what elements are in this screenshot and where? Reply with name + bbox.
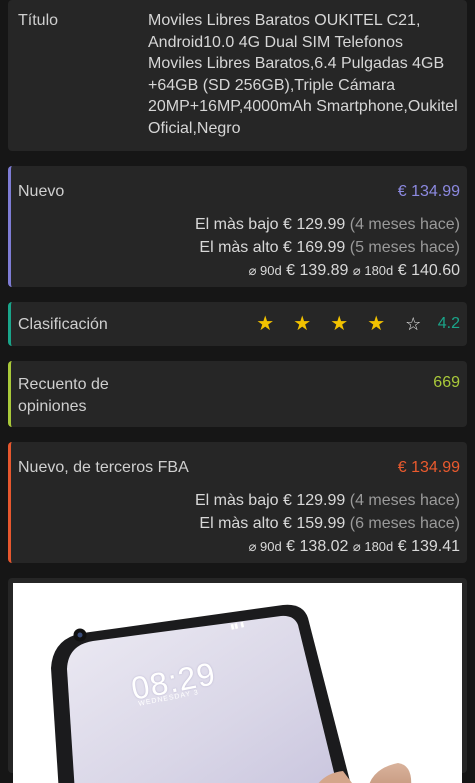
fba-highest-when: (6 meses hace) [349,515,460,532]
new-current-price: € 134.99 [397,183,460,200]
fba-highest-price: € 159.99 [283,515,346,532]
fba-price-card[interactable]: Nuevo, de terceros FBA € 134.99 El màs b… [8,442,467,563]
title-value: Moviles Libres Baratos OUKITEL C21, Andr… [148,12,458,137]
fba-highest-label: El màs alto [199,515,279,532]
reviews-card[interactable]: Recuento de opiniones 669 [8,361,467,427]
new-price-stats: El màs bajo € 129.99 (4 meses hace) El m… [195,213,460,282]
star-icon: ★ [330,313,349,335]
fba-lowest-when: (4 meses hace) [349,492,460,509]
reviews-value: 669 [433,374,460,391]
new-price-card[interactable]: Nuevo € 134.99 El màs bajo € 129.99 (4 m… [8,166,467,287]
phone-illustration: ▮▮ ▮ [51,604,412,783]
star-icon: ★ [293,313,312,335]
new-avg180-label: ⌀ 180d [352,263,394,278]
new-avg180-value: € 140.60 [397,262,460,279]
fba-avg180-label: ⌀ 180d [352,539,394,554]
title-label: Título [18,12,59,29]
fba-lowest-label: El màs bajo [194,492,279,509]
new-highest-row: El màs alto € 169.99 (5 meses hace) [195,236,460,259]
rating-label: Clasificación [18,316,108,333]
rating-stars: ★ ★ ★ ★ ☆ 4.2 [247,314,460,334]
new-label: Nuevo [18,183,65,200]
product-image[interactable]: ▮▮ ▮ 08:29 WEDNESDAY 3 [13,583,462,783]
new-lowest-row: El màs bajo € 129.99 (4 meses hace) [195,213,460,236]
title-card: Título Moviles Libres Baratos OUKITEL C2… [8,0,467,151]
new-highest-label: El màs alto [199,239,279,256]
fba-current-price: € 134.99 [397,459,460,476]
fba-avg90-label: ⌀ 90d [248,539,282,554]
fba-price-stats: El màs bajo € 129.99 (4 meses hace) El m… [195,489,460,558]
fba-label: Nuevo, de terceros FBA [18,459,189,476]
fba-avg180-value: € 139.41 [397,538,460,555]
fba-lowest-price: € 129.99 [283,492,346,509]
rating-value: 4.2 [437,315,460,332]
fba-highest-row: El màs alto € 159.99 (6 meses hace) [195,512,460,535]
new-avg90-value: € 139.89 [286,262,349,279]
reviews-label: Recuento de opiniones [18,376,109,415]
product-image-card: ▮▮ ▮ 08:29 WEDNESDAY 3 [8,578,467,783]
new-lowest-price: € 129.99 [283,216,346,233]
rating-card[interactable]: Clasificación ★ ★ ★ ★ ☆ 4.2 [8,302,467,346]
star-icon: ★ [256,313,275,335]
new-lowest-label: El màs bajo [194,216,279,233]
new-avg90-label: ⌀ 90d [248,263,282,278]
new-average-row: ⌀ 90d € 139.89 ⌀ 180d € 140.60 [195,259,460,282]
new-highest-price: € 169.99 [283,239,346,256]
star-outline-icon: ☆ [405,314,422,334]
fba-lowest-row: El màs bajo € 129.99 (4 meses hace) [195,489,460,512]
star-icon: ★ [367,313,386,335]
new-highest-when: (5 meses hace) [349,239,460,256]
fba-avg90-value: € 138.02 [286,538,349,555]
new-lowest-when: (4 meses hace) [349,216,460,233]
fba-average-row: ⌀ 90d € 138.02 ⌀ 180d € 139.41 [195,535,460,558]
